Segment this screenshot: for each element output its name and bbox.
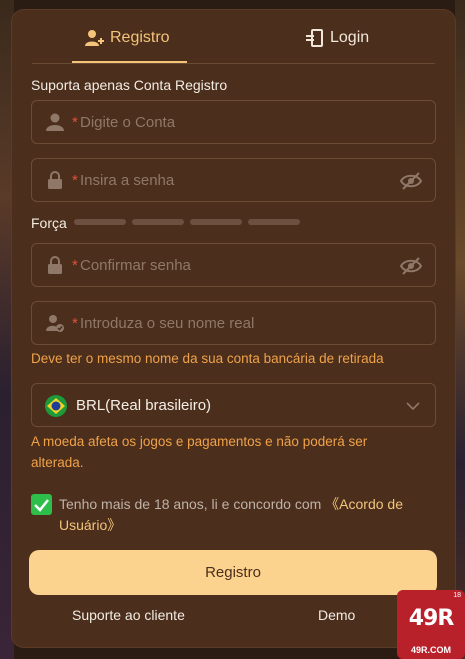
support-note: Suporta apenas Conta Registro: [31, 77, 228, 93]
register-modal: Registro Login Suporta apenas Conta Regi…: [12, 10, 455, 647]
required-mark: *: [72, 114, 78, 131]
account-placeholder: Digite o Conta: [80, 114, 176, 131]
check-icon: [34, 499, 49, 512]
confirm-password-field[interactable]: * Confirmar senha: [31, 243, 436, 287]
lock-icon: [48, 256, 62, 274]
demo-link[interactable]: Demo: [318, 607, 355, 623]
confirm-placeholder: Confirmar senha: [80, 257, 191, 274]
tab-registro[interactable]: Registro: [84, 26, 170, 50]
brand-logo: 18 49R 49R.COM: [397, 590, 465, 659]
customer-support-link[interactable]: Suporte ao cliente: [72, 607, 185, 623]
currency-value: BRL(Real brasileiro): [76, 397, 212, 414]
tab-login[interactable]: Login: [304, 26, 369, 50]
user-icon: [46, 113, 64, 131]
realname-placeholder: Introduza o seu nome real: [80, 315, 255, 332]
tabs-divider: [32, 63, 435, 64]
required-mark: *: [72, 257, 78, 274]
currency-hint: A moeda afeta os jogos e pagamentos e nã…: [31, 434, 368, 470]
lock-icon: [48, 171, 62, 189]
tab-login-label: Login: [330, 29, 370, 46]
terms-text: Tenho mais de 18 anos, li e concordo com…: [59, 494, 429, 536]
password-placeholder: Insira a senha: [80, 172, 175, 189]
brazil-flag-icon: [45, 395, 67, 417]
eye-off-icon[interactable]: [399, 255, 423, 277]
required-mark: *: [72, 172, 78, 189]
strength-bar-1: [74, 219, 126, 225]
logo-text: 49R: [408, 606, 455, 631]
account-field[interactable]: * Digite o Conta: [31, 100, 436, 144]
age-badge: 18: [453, 592, 461, 599]
realname-hint: Deve ter o mesmo nome da sua conta bancá…: [31, 351, 384, 366]
required-mark: *: [72, 315, 78, 332]
register-button[interactable]: Registro: [29, 550, 437, 595]
password-field[interactable]: * Insira a senha: [31, 158, 436, 202]
auth-tabs: Registro Login: [12, 10, 455, 64]
strength-label: Força: [31, 215, 67, 231]
add-user-icon: [85, 30, 104, 46]
realname-field[interactable]: * Introduza o seu nome real: [31, 301, 436, 345]
chevron-down-icon: [406, 402, 420, 411]
login-door-icon: [306, 29, 323, 47]
terms-statement: Tenho mais de 18 anos, li e concordo com: [59, 496, 322, 512]
tab-registro-label: Registro: [110, 29, 170, 46]
logo-domain: 49R.COM: [410, 645, 451, 655]
background-right: [455, 0, 465, 659]
eye-off-icon[interactable]: [399, 170, 423, 192]
strength-bar-2: [132, 219, 184, 225]
currency-select[interactable]: BRL(Real brasileiro): [31, 383, 436, 427]
strength-bar-3: [190, 219, 242, 225]
strength-bar-4: [248, 219, 300, 225]
verified-user-icon: [46, 315, 64, 332]
terms-checkbox[interactable]: [31, 494, 52, 515]
